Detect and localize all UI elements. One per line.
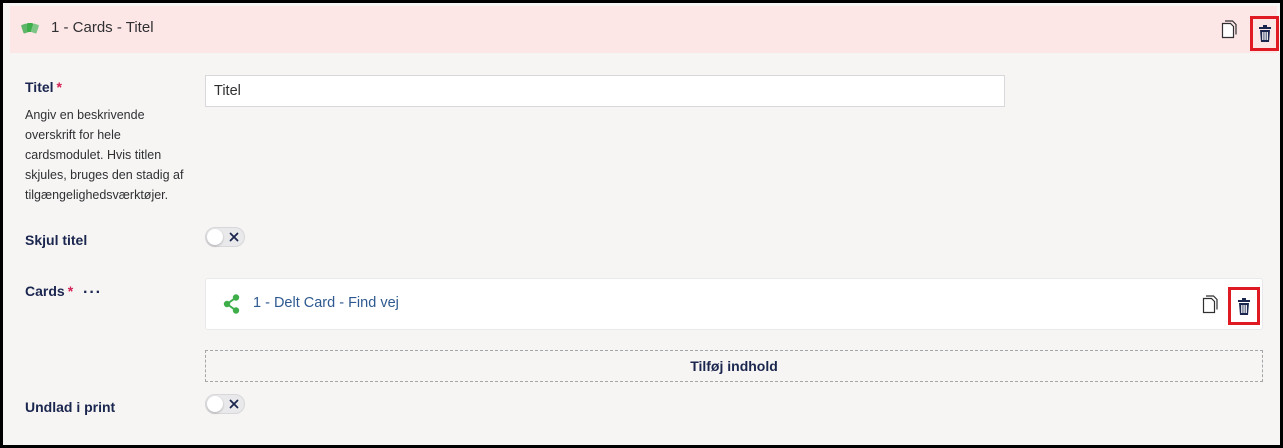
add-content-button[interactable]: Tilføj indhold — [205, 350, 1263, 382]
hide-title-label: Skjul titel — [25, 232, 88, 248]
close-icon — [229, 399, 239, 409]
cards-label: Cards * — [25, 283, 74, 299]
exclude-print-label: Undlad i print — [25, 399, 116, 415]
copy-icon[interactable] — [1202, 295, 1218, 314]
delete-card-button[interactable] — [1228, 287, 1260, 325]
block-title: 1 - Cards - Titel — [51, 19, 154, 36]
toggle-knob — [207, 229, 223, 245]
required-mark: * — [67, 283, 74, 299]
hide-title-toggle[interactable] — [205, 227, 245, 247]
more-options-button[interactable]: ··· — [83, 284, 102, 302]
copy-icon[interactable] — [1221, 20, 1237, 39]
title-description: Angiv en beskrivende overskrift for hele… — [25, 108, 184, 202]
card-name-link[interactable]: 1 - Delt Card - Find vej — [253, 295, 399, 311]
cards-icon — [21, 23, 39, 34]
share-icon — [223, 294, 240, 314]
title-input[interactable] — [205, 75, 1005, 107]
toggle-knob — [207, 396, 223, 412]
exclude-print-toggle[interactable] — [205, 394, 245, 414]
block-editor: 1 - Cards - Titel Titel * Angiv en beskri… — [0, 0, 1283, 448]
trash-icon — [1238, 297, 1250, 315]
trash-icon — [1258, 25, 1271, 42]
delete-block-button[interactable] — [1250, 16, 1279, 51]
title-label: Titel * — [25, 79, 62, 95]
close-icon — [229, 232, 239, 242]
required-mark: * — [56, 79, 62, 95]
block-header[interactable]: 1 - Cards - Titel — [10, 6, 1279, 53]
card-item[interactable]: 1 - Delt Card - Find vej — [205, 278, 1263, 330]
